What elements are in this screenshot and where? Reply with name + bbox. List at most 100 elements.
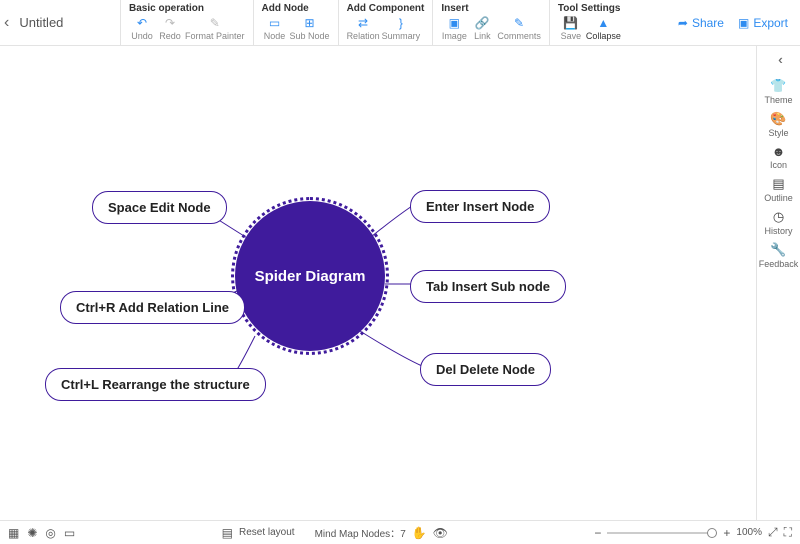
eye-icon[interactable]: 👁 — [433, 526, 448, 540]
sidepanel-feedback[interactable]: 🔧Feedback — [759, 239, 799, 272]
right-actions: ➦Share ▣Export — [678, 0, 800, 45]
sidepanel-style[interactable]: 🎨Style — [759, 108, 799, 141]
collapse-button[interactable]: ▲Collapse — [586, 16, 621, 41]
branch-ctrl-l[interactable]: Ctrl+L Rearrange the structure — [45, 368, 266, 401]
bottom-center: ▤ Reset layout Mind Map Nodes：7 ✋ 👁 — [222, 525, 448, 540]
menu-group-title: Tool Settings — [558, 3, 621, 14]
summary-button[interactable]: }Summary — [382, 16, 421, 41]
image-label: Image — [442, 31, 467, 41]
brightness-icon[interactable]: ✺ — [27, 526, 37, 540]
zoom-value: 100% — [736, 527, 762, 538]
fullscreen-icon[interactable]: ⛶ — [784, 525, 792, 540]
hand-icon[interactable]: ✋ — [412, 526, 427, 540]
share-button[interactable]: ➦Share — [678, 16, 724, 30]
menu-group-title: Insert — [441, 3, 541, 14]
icon-label: Icon — [770, 160, 787, 170]
sub-node-label: Sub Node — [290, 31, 330, 41]
link-button[interactable]: 🔗Link — [469, 16, 495, 41]
export-button[interactable]: ▣Export — [738, 16, 788, 30]
zoom-slider[interactable] — [607, 532, 717, 534]
history-label: History — [764, 226, 792, 236]
menu-group-basic-operation: Basic operation↶Undo↷Redo✎Format Painter — [120, 0, 253, 45]
sub-node-button[interactable]: ⊞Sub Node — [290, 16, 330, 41]
grid-icon[interactable]: ▦ — [8, 526, 19, 540]
relation-button[interactable]: ⇄Relation — [347, 16, 380, 41]
menu-groups: Basic operation↶Undo↷Redo✎Format Painter… — [120, 0, 678, 45]
layout-icon[interactable]: ▤ — [222, 526, 233, 540]
undo-icon: ↶ — [137, 16, 147, 30]
style-label: Style — [768, 128, 788, 138]
menu-group-insert: Insert▣Image🔗Link✎Comments — [432, 0, 549, 45]
history-icon: ◷ — [773, 209, 784, 225]
outline-label: Outline — [764, 193, 793, 203]
format-painter-label: Format Painter — [185, 31, 245, 41]
sub-node-icon: ⊞ — [305, 16, 315, 30]
branch-enter-insert[interactable]: Enter Insert Node — [410, 190, 550, 223]
bottom-bar: ▦ ✺ ◎ ▭ ▤ Reset layout Mind Map Nodes：7 … — [0, 520, 800, 544]
link-icon: 🔗 — [475, 16, 490, 30]
sidepanel-icon[interactable]: ☻Icon — [759, 141, 799, 173]
sidepanel-theme[interactable]: 👕Theme — [759, 75, 799, 108]
collapse-label: Collapse — [586, 31, 621, 41]
sidepanel-history[interactable]: ◷History — [759, 206, 799, 239]
comments-icon: ✎ — [514, 16, 524, 30]
title-area: ‹ Untitled — [0, 0, 120, 45]
feedback-icon: 🔧 — [770, 242, 786, 258]
node-button[interactable]: ▭Node — [262, 16, 288, 41]
zoom-in-button[interactable]: + — [723, 526, 730, 540]
link-label: Link — [474, 31, 491, 41]
menu-group-add-node: Add Node▭Node⊞Sub Node — [253, 0, 338, 45]
format-painter-icon: ✎ — [210, 16, 220, 30]
sidepanel-outline[interactable]: ▤Outline — [759, 173, 799, 206]
relation-label: Relation — [347, 31, 380, 41]
comments-button[interactable]: ✎Comments — [497, 16, 541, 41]
theme-label: Theme — [764, 95, 792, 105]
center-node[interactable]: Spider Diagram — [235, 201, 385, 351]
zoom-thumb[interactable] — [707, 528, 717, 538]
branch-tab-insert[interactable]: Tab Insert Sub node — [410, 270, 566, 303]
theme-icon: 👕 — [770, 78, 786, 94]
menu-group-title: Add Node — [262, 3, 330, 14]
collapse-panel-icon[interactable]: ‹‹ — [778, 52, 779, 67]
menu-group-title: Basic operation — [129, 3, 245, 14]
present-icon[interactable]: ▭ — [64, 526, 75, 540]
summary-icon: } — [399, 16, 403, 30]
feedback-label: Feedback — [759, 259, 799, 269]
bottom-left-tools: ▦ ✺ ◎ ▭ — [8, 526, 75, 540]
format-painter-button[interactable]: ✎Format Painter — [185, 16, 245, 41]
mindmap-canvas[interactable]: Spider Diagram Space Edit Node Ctrl+R Add… — [0, 46, 756, 520]
image-button[interactable]: ▣Image — [441, 16, 467, 41]
redo-button[interactable]: ↷Redo — [157, 16, 183, 41]
redo-label: Redo — [159, 31, 181, 41]
center-icon[interactable]: ◎ — [45, 526, 55, 540]
summary-label: Summary — [382, 31, 421, 41]
zoom-out-button[interactable]: − — [594, 526, 601, 540]
branch-ctrl-r[interactable]: Ctrl+R Add Relation Line — [60, 291, 245, 324]
icon-icon: ☻ — [772, 144, 786, 159]
style-icon: 🎨 — [770, 111, 786, 127]
reset-layout-button[interactable]: Reset layout — [239, 527, 295, 538]
share-icon: ➦ — [678, 16, 688, 30]
outline-icon: ▤ — [772, 176, 784, 192]
menu-group-title: Add Component — [347, 3, 425, 14]
undo-button[interactable]: ↶Undo — [129, 16, 155, 41]
node-count-label: Mind Map Nodes：7 — [315, 525, 406, 540]
redo-icon: ↷ — [165, 16, 175, 30]
fit-icon[interactable]: ⤢ — [768, 525, 778, 540]
document-title[interactable]: Untitled — [19, 15, 63, 30]
branch-del-delete[interactable]: Del Delete Node — [420, 353, 551, 386]
relation-icon: ⇄ — [358, 16, 368, 30]
back-icon[interactable]: ‹ — [4, 14, 9, 32]
export-icon: ▣ — [738, 16, 749, 30]
branch-space-edit[interactable]: Space Edit Node — [92, 191, 227, 224]
save-icon: 💾 — [563, 16, 578, 30]
image-icon: ▣ — [449, 16, 460, 30]
save-button[interactable]: 💾Save — [558, 16, 584, 41]
bottom-right-zoom: − + 100% ⤢ ⛶ — [594, 525, 792, 540]
node-icon: ▭ — [269, 16, 280, 30]
menu-group-tool-settings: Tool Settings💾Save▲Collapse — [549, 0, 629, 45]
side-panel: ‹‹ 👕Theme🎨Style☻Icon▤Outline◷History🔧Fee… — [756, 46, 800, 520]
collapse-icon: ▲ — [597, 16, 609, 30]
top-toolbar: ‹ Untitled Basic operation↶Undo↷Redo✎For… — [0, 0, 800, 46]
node-label: Node — [264, 31, 286, 41]
